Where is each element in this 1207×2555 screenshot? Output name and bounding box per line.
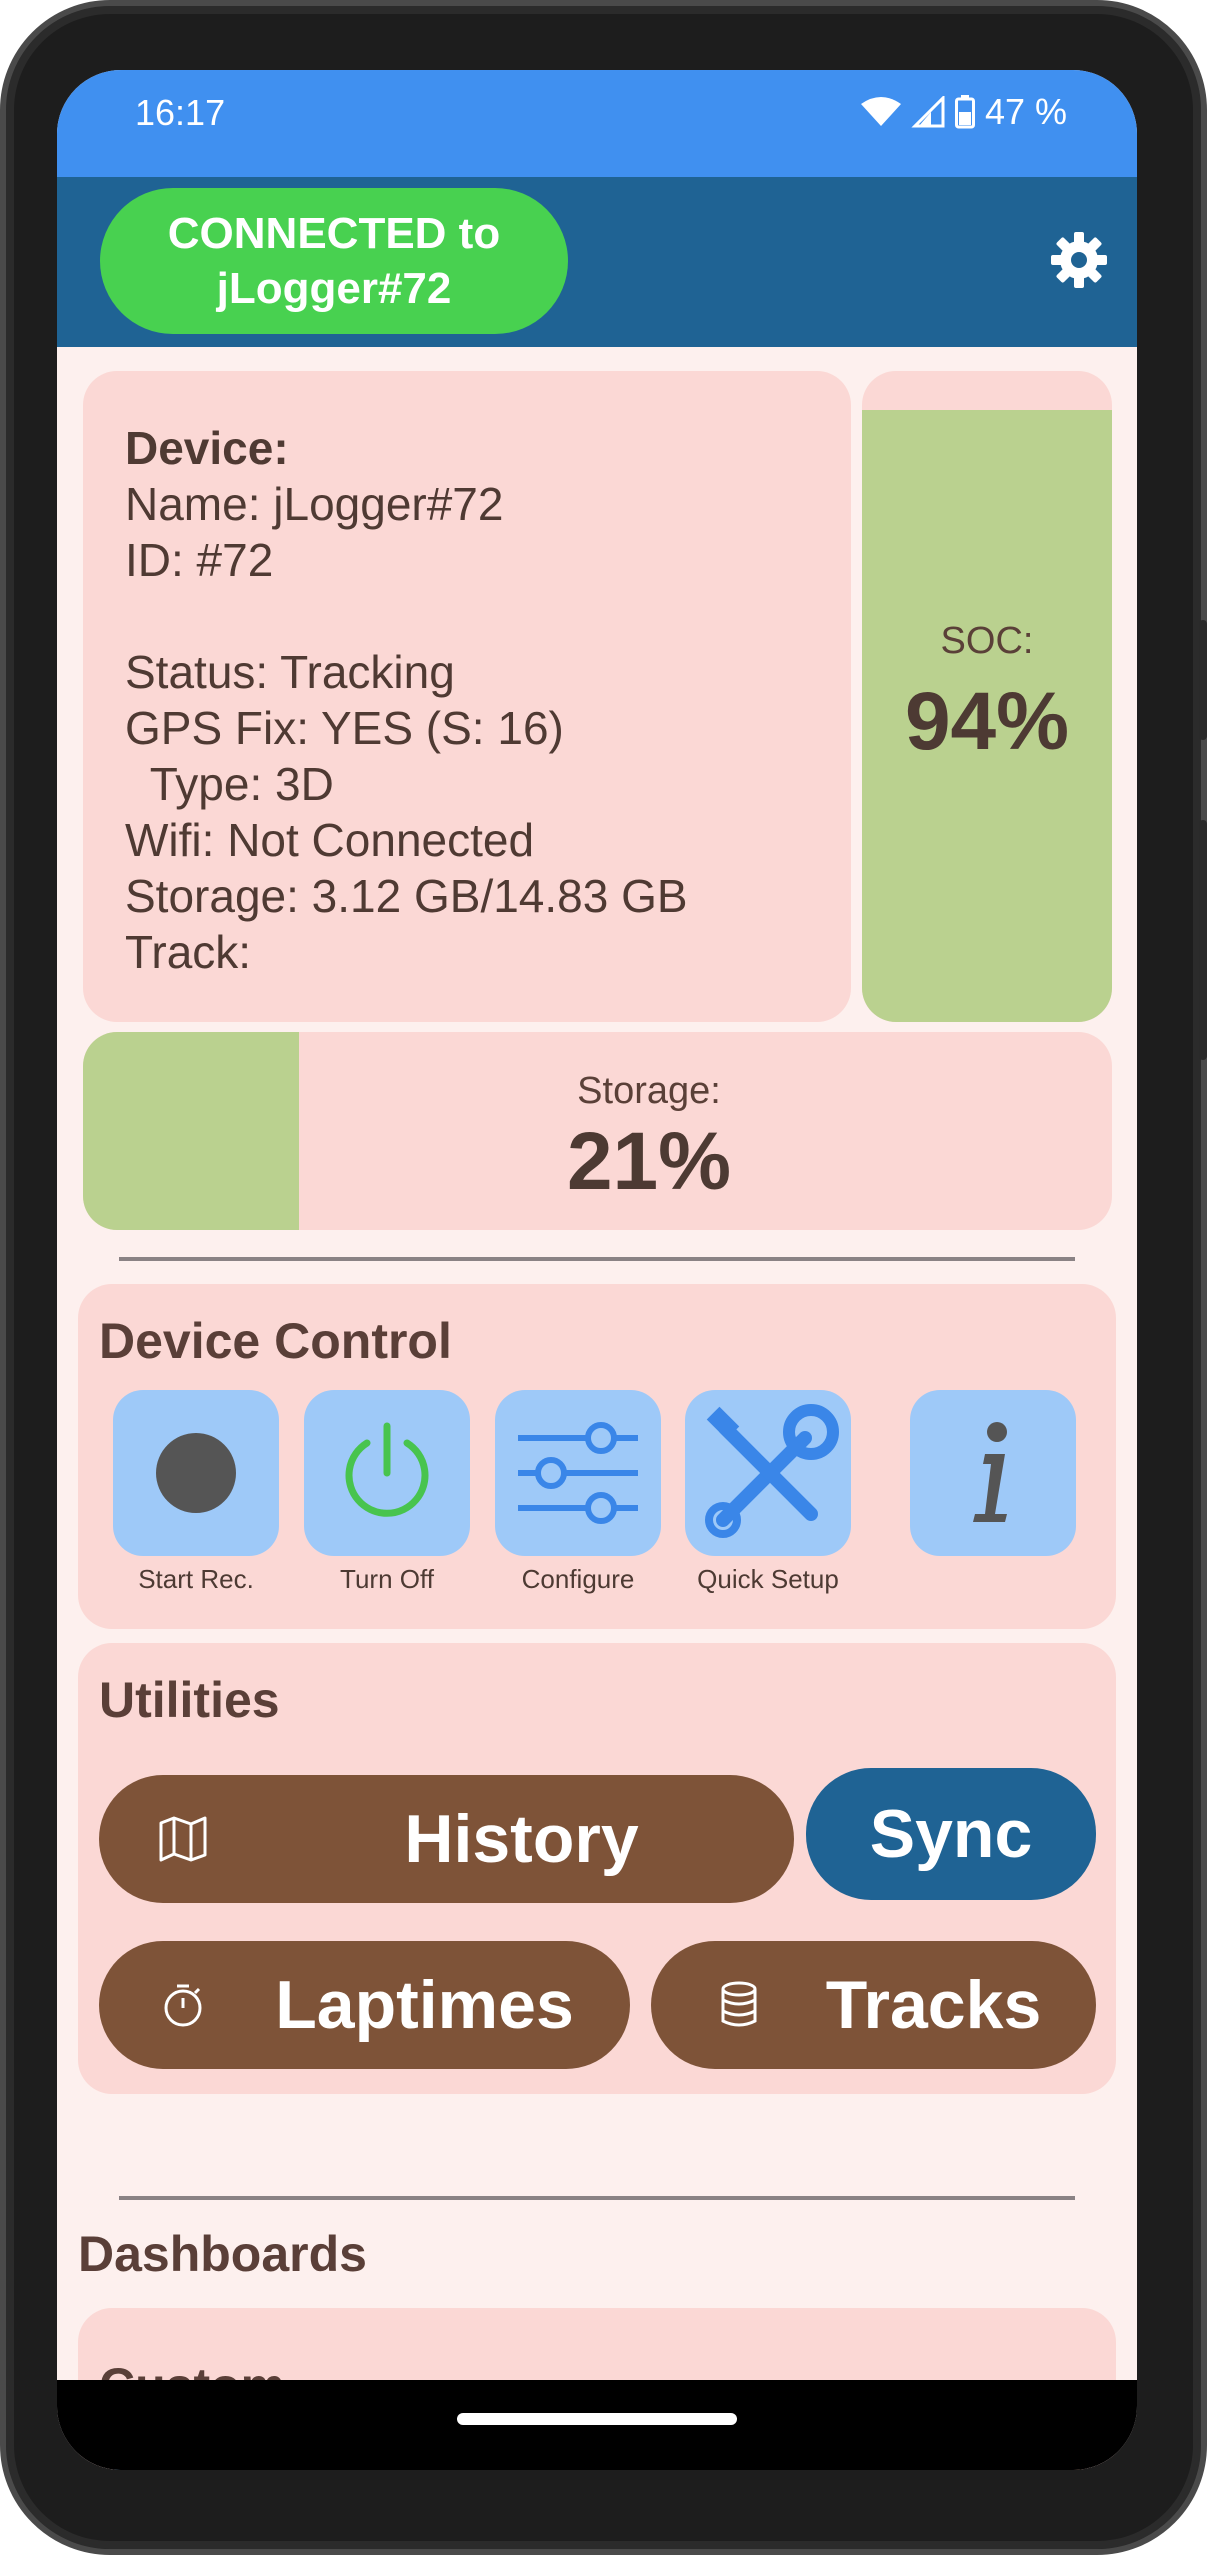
power-icon	[345, 1422, 429, 1517]
storage-level-fill	[83, 1032, 300, 1230]
divider	[119, 2196, 1075, 2200]
tools-icon	[705, 1404, 839, 1538]
history-label: History	[404, 1801, 639, 1877]
sync-button[interactable]: Sync	[806, 1768, 1096, 1900]
dashboards-title: Dashboards	[78, 2226, 367, 2282]
connection-status-button[interactable]: CONNECTED to jLogger#72	[100, 188, 568, 334]
start-rec-button[interactable]	[113, 1390, 279, 1556]
device-gps-type: Type: 3D	[125, 758, 334, 810]
configure-button[interactable]	[495, 1390, 661, 1556]
signal-icon	[911, 96, 945, 128]
info-icon	[973, 1422, 1007, 1522]
connection-line-1: CONNECTED to	[167, 209, 501, 258]
soc-value: 94%	[904, 676, 1070, 767]
device-gps-fix: GPS Fix: YES (S: 16)	[125, 702, 564, 754]
utilities-title: Utilities	[99, 1672, 280, 1728]
sliders-icon	[518, 1422, 638, 1524]
status-time: 16:17	[135, 92, 226, 133]
device-storage: Storage: 3.12 GB/14.83 GB	[125, 870, 688, 922]
device-heading: Device:	[125, 422, 289, 474]
connection-line-2: jLogger#72	[216, 264, 452, 313]
device-control-title: Device Control	[99, 1313, 452, 1369]
soc-label: SOC:	[940, 620, 1034, 662]
power-side-button	[1199, 820, 1207, 1060]
start-rec-label: Start Rec.	[138, 1564, 254, 1594]
turn-off-label: Turn Off	[340, 1564, 434, 1594]
battery-percent: 47 %	[984, 91, 1067, 132]
configure-label: Configure	[521, 1564, 635, 1594]
home-gesture-handle[interactable]	[457, 2413, 737, 2425]
history-button[interactable]: History	[99, 1775, 794, 1903]
storage-label: Storage:	[577, 1070, 721, 1112]
battery-icon	[954, 95, 975, 129]
database-icon	[721, 1981, 757, 2027]
wifi-icon	[860, 97, 901, 126]
device-name: Name: jLogger#72	[125, 478, 504, 530]
tracks-label: Tracks	[825, 1967, 1042, 2043]
device-wifi: Wifi: Not Connected	[125, 814, 535, 866]
volume-button	[1199, 620, 1207, 740]
device-status: Status: Tracking	[125, 646, 455, 698]
turn-off-button[interactable]	[304, 1390, 470, 1556]
status-icons: 47 %	[860, 91, 1067, 132]
sync-label: Sync	[869, 1796, 1033, 1872]
laptimes-button[interactable]: Laptimes	[99, 1941, 630, 2069]
laptimes-label: Laptimes	[275, 1967, 574, 2043]
device-track: Track:	[125, 926, 252, 978]
quick-setup-button[interactable]	[685, 1390, 851, 1556]
info-button[interactable]	[910, 1390, 1076, 1556]
map-icon	[159, 1816, 207, 1862]
divider	[119, 1257, 1075, 1261]
record-icon	[156, 1433, 236, 1513]
tracks-button[interactable]: Tracks	[651, 1941, 1096, 2069]
device-id: ID: #72	[125, 534, 274, 586]
navigation-bar	[57, 2380, 1137, 2470]
quick-setup-label: Quick Setup	[697, 1564, 839, 1594]
screen: 16:17 47 % CONNECTED to jLogger#72 Devic…	[57, 70, 1137, 2470]
settings-gear-icon[interactable]	[1049, 230, 1109, 290]
device-info-text: Device: Name: jLogger#72 ID: #72 Status:…	[125, 420, 845, 980]
storage-value: 21%	[566, 1116, 732, 1207]
stopwatch-icon	[164, 1984, 202, 2027]
